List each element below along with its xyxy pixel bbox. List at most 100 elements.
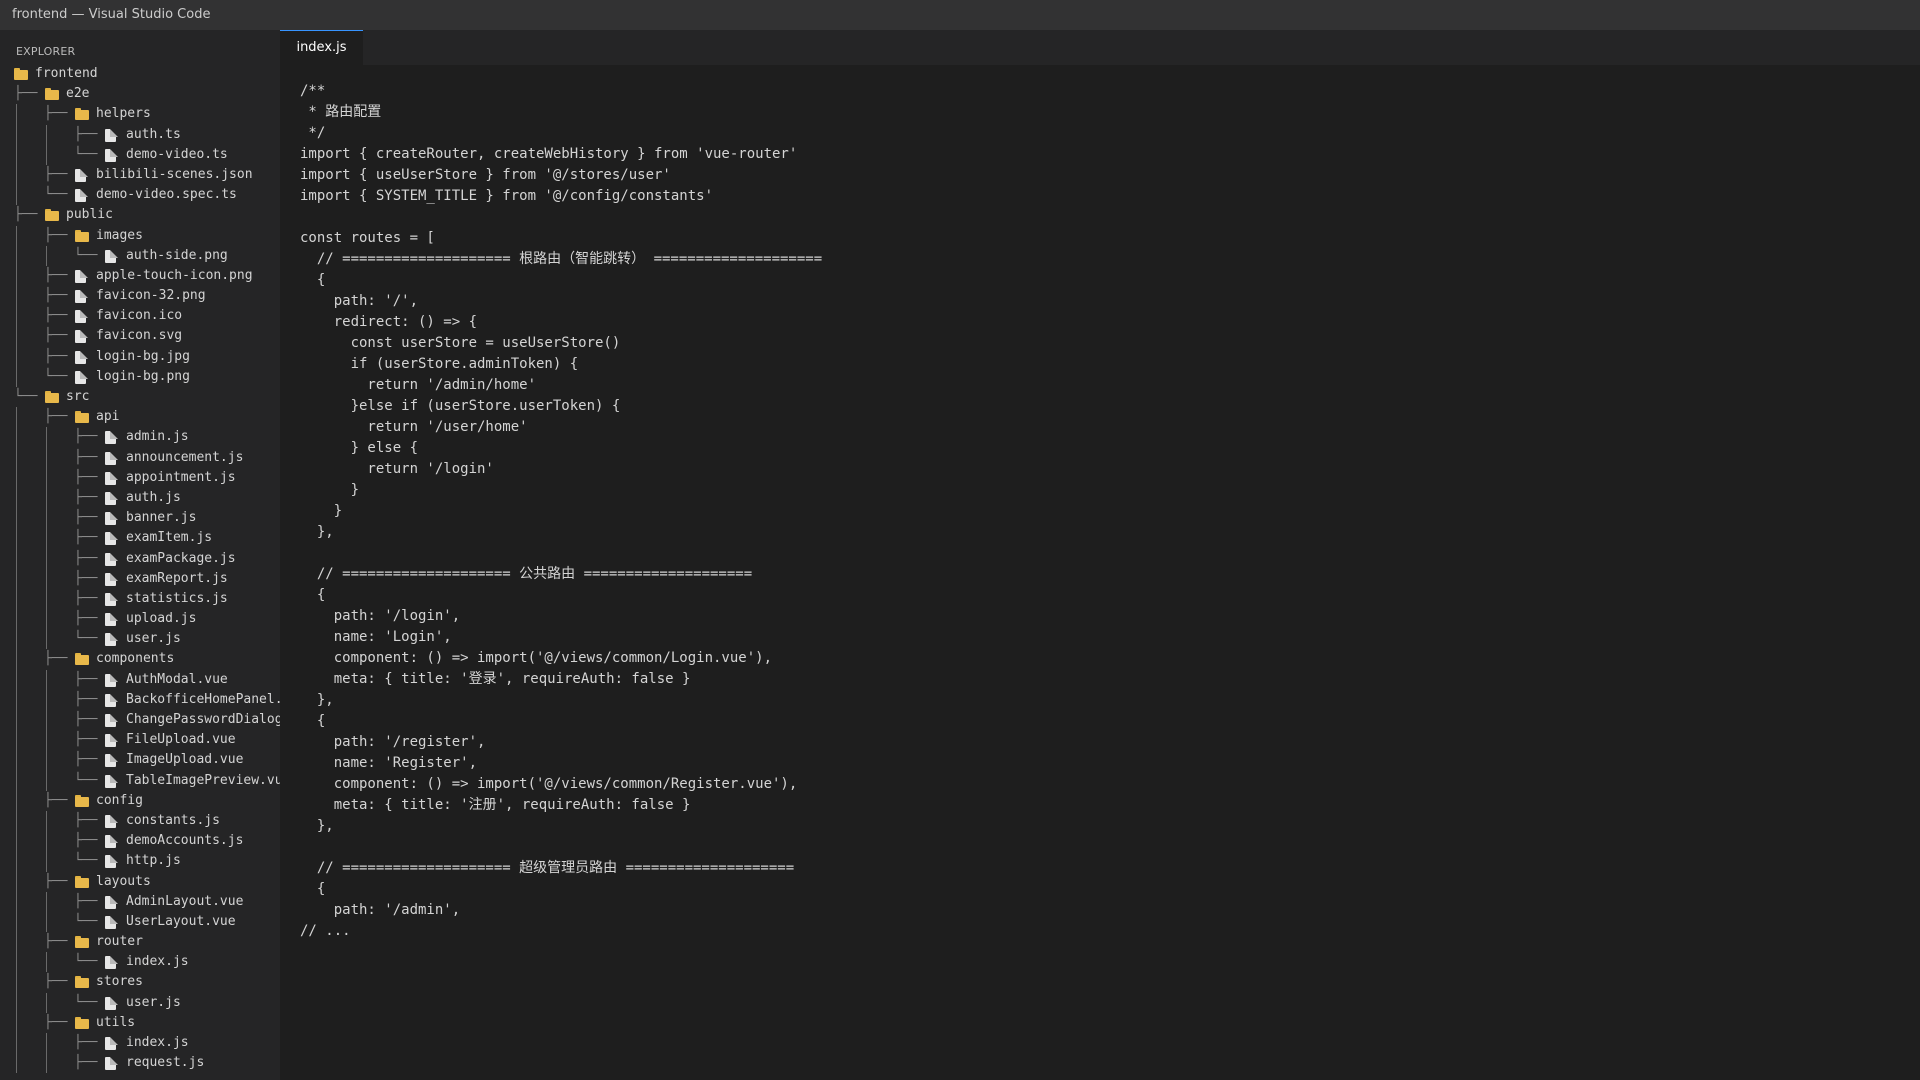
tree-file[interactable]: ├── apple-touch-icon.png	[0, 265, 280, 287]
tree-file[interactable]: └── auth-side.png	[0, 245, 280, 266]
tree-folder[interactable]: ├── components	[0, 649, 280, 670]
tree-guide-line	[46, 144, 47, 165]
tree-file[interactable]: ├── statistics.js	[0, 588, 280, 610]
tree-branch: └──	[44, 368, 68, 384]
tree-file[interactable]: ├── BackofficeHomePanel.	[0, 689, 280, 710]
file-icon	[105, 774, 118, 788]
tree-guide-line	[16, 952, 17, 973]
file-icon	[105, 451, 118, 465]
tree-file[interactable]: ├── admin.js	[0, 427, 280, 448]
folder-icon	[14, 68, 28, 80]
tree-file[interactable]: └── login-bg.png	[0, 366, 280, 387]
tree-folder[interactable]: └── src	[0, 387, 280, 407]
tree-guide-line	[16, 851, 17, 872]
tree-folder[interactable]: ├── config	[0, 790, 280, 811]
tree-branch: ├──	[74, 489, 98, 505]
tree-folder[interactable]: frontend	[0, 64, 280, 84]
code-line: import { useUserStore } from '@/stores/u…	[300, 167, 671, 183]
tree-folder[interactable]: ├── layouts	[0, 871, 280, 892]
tree-file[interactable]: ├── FileUpload.vue	[0, 730, 280, 751]
tree-file[interactable]: ├── request.js	[0, 1053, 280, 1074]
tree-file[interactable]: ├── ChangePasswordDialog	[0, 710, 280, 731]
tree-item-label: bilibili-scenes.json	[96, 166, 253, 182]
tree-file[interactable]: └── demo-video.spec.ts	[0, 185, 280, 206]
tree-file[interactable]: ├── constants.js	[0, 810, 280, 832]
tree-folder[interactable]: ├── helpers	[0, 104, 280, 125]
file-icon	[105, 249, 118, 263]
tree-item-label: helpers	[96, 106, 151, 122]
tree-folder[interactable]: ├── stores	[0, 972, 280, 993]
tree-folder[interactable]: ├── api	[0, 407, 280, 428]
tree-branch: ├──	[74, 752, 98, 768]
tree-file[interactable]: ├── banner.js	[0, 508, 280, 529]
tree-guide-line	[16, 1012, 17, 1033]
code-editor[interactable]: /** * 路由配置 */ import { createRouter, crea…	[280, 65, 1920, 1080]
tree-guide-line	[46, 568, 47, 589]
tree-folder[interactable]: ├── public	[0, 205, 280, 225]
tree-file[interactable]: └── user.js	[0, 629, 280, 650]
tree-file[interactable]: └── http.js	[0, 851, 280, 872]
tree-file[interactable]: ├── demoAccounts.js	[0, 831, 280, 852]
tree-file[interactable]: ├── AdminLayout.vue	[0, 891, 280, 912]
tree-file[interactable]: ├── ImageUpload.vue	[0, 750, 280, 771]
tree-file[interactable]: └── index.js	[0, 952, 280, 973]
tree-file[interactable]: ├── examReport.js	[0, 568, 280, 589]
tree-item-label: favicon.ico	[96, 308, 183, 324]
tree-branch: ├──	[74, 126, 98, 142]
tree-file[interactable]: ├── auth.js	[0, 487, 280, 509]
tree-guide-line	[16, 306, 17, 327]
tree-guide-line	[16, 245, 17, 266]
tree-folder[interactable]: ├── router	[0, 932, 280, 953]
tree-item-label: FileUpload.vue	[126, 732, 236, 748]
tree-file[interactable]: ├── upload.js	[0, 609, 280, 630]
tree-file[interactable]: ├── favicon-32.png	[0, 286, 280, 307]
tree-item-label: favicon.svg	[96, 328, 183, 344]
tree-item-label: auth-side.png	[126, 247, 228, 263]
tree-file[interactable]: └── user.js	[0, 992, 280, 1013]
tree-guide-line	[16, 366, 17, 387]
tree-file[interactable]: └── TableImagePreview.vu	[0, 770, 280, 791]
tree-file[interactable]: └── UserLayout.vue	[0, 911, 280, 933]
tree-guide-line	[16, 487, 17, 509]
tree-item-label: ChangePasswordDialog	[126, 712, 280, 727]
file-icon	[105, 996, 118, 1010]
tree-file[interactable]: ├── favicon.ico	[0, 306, 280, 327]
file-icon	[105, 895, 118, 909]
tree-file[interactable]: ├── examItem.js	[0, 528, 280, 549]
tree-file[interactable]: ├── appointment.js	[0, 467, 280, 488]
tree-file[interactable]: ├── favicon.svg	[0, 326, 280, 347]
tree-file[interactable]: ├── bilibili-scenes.json	[0, 164, 280, 186]
tree-item-label: request.js	[126, 1055, 205, 1071]
tree-guide-line	[46, 467, 47, 488]
code-line: component: () => import('@/views/common/…	[300, 776, 798, 792]
file-icon	[75, 269, 88, 283]
tree-guide-line	[46, 1053, 47, 1074]
folder-icon	[45, 391, 59, 403]
tree-guide-line	[16, 831, 17, 852]
code-line: return '/user/home'	[300, 419, 528, 435]
tree-folder[interactable]: ├── e2e	[0, 84, 280, 104]
file-icon	[105, 592, 118, 606]
tree-folder[interactable]: ├── images	[0, 225, 280, 246]
tree-file[interactable]: ├── login-bg.jpg	[0, 346, 280, 367]
tree-file[interactable]: └── demo-video.ts	[0, 144, 280, 165]
tree-guide-line	[16, 286, 17, 307]
tree-file[interactable]: ├── auth.ts	[0, 124, 280, 145]
tree-item-label: UserLayout.vue	[126, 913, 236, 929]
tree-file[interactable]: ├── AuthModal.vue	[0, 669, 280, 690]
explorer-sidebar: EXPLORER frontend ├── e2e ├── helpers ├── auth…	[0, 30, 280, 1080]
tree-file[interactable]: ├── announcement.js	[0, 447, 280, 468]
tree-branch: └──	[74, 994, 98, 1010]
tree-branch: ├──	[44, 792, 68, 808]
tree-item-label: images	[96, 227, 143, 243]
folder-icon	[75, 794, 89, 807]
tree-folder[interactable]: ├── utils	[0, 1012, 280, 1033]
folder-icon	[75, 411, 89, 424]
tab-index-js[interactable]: index.js	[280, 30, 363, 65]
tree-file[interactable]: ├── index.js	[0, 1033, 280, 1054]
tree-item-label: user.js	[126, 994, 181, 1010]
tree-file[interactable]: ├── examPackage.js	[0, 548, 280, 569]
tree-guide-line	[16, 1053, 17, 1074]
tree-guide-line	[46, 911, 47, 933]
